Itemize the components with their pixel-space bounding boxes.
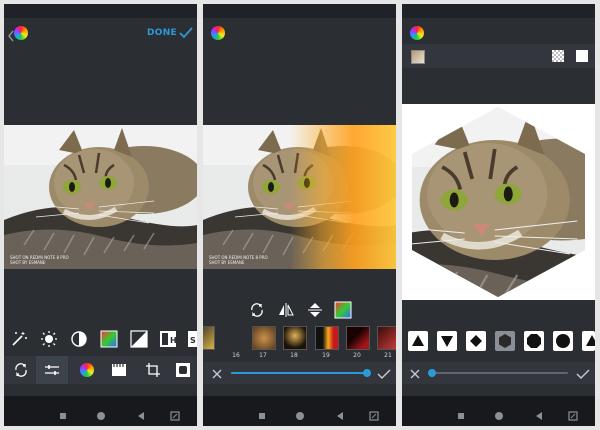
slider-knob[interactable]: [363, 369, 371, 377]
svg-text:S: S: [190, 336, 196, 345]
adjust-tools-row: H S: [4, 329, 197, 349]
filter-number: 18: [290, 352, 298, 359]
filter-thumbnail[interactable]: [252, 326, 276, 350]
confirm-check-icon[interactable]: [574, 365, 592, 383]
background-options-row: [402, 44, 595, 68]
svg-text:H: H: [170, 336, 177, 345]
intensity-row: [203, 362, 396, 384]
color-wheel-icon[interactable]: [14, 26, 28, 40]
back-icon[interactable]: [534, 406, 544, 420]
filter-thumbnails-row: 16 17 18 19 20 21: [203, 326, 396, 362]
filter-number: 21: [384, 352, 392, 359]
status-bar: [4, 4, 197, 18]
category-tabs-row: [4, 356, 197, 384]
cat-photo: [4, 125, 197, 269]
intensity-slider[interactable]: [231, 368, 371, 378]
screenshot-icon[interactable]: [369, 406, 379, 421]
check-icon: [179, 24, 193, 43]
tab-adjust[interactable]: [36, 356, 68, 384]
filter-number: 20: [353, 352, 361, 359]
filter-number: 19: [322, 352, 330, 359]
photo-watermark: SHOT ON REDMI NOTE 8 PRO SHOT BY ESMANE: [209, 255, 268, 265]
shape-partial[interactable]: [582, 331, 595, 351]
editor-panel-shapes: [402, 4, 595, 426]
filter-thumbnail[interactable]: [283, 326, 307, 350]
exposure-icon[interactable]: [130, 330, 148, 348]
confirm-check-icon[interactable]: [375, 365, 393, 383]
recent-apps-icon[interactable]: [456, 406, 466, 419]
slider-track: [428, 372, 568, 374]
shape-diamond[interactable]: [466, 331, 486, 351]
editor-panel-adjust: DONE SHOT ON REDMI NOTE 8 PRO SHOT BY ES…: [4, 4, 197, 426]
filter-number: 17: [259, 352, 267, 359]
home-icon[interactable]: [295, 406, 305, 420]
screenshot-icon[interactable]: [568, 406, 578, 421]
light-leak-overlay: [203, 125, 396, 269]
top-bar: [203, 18, 396, 48]
recent-apps-icon[interactable]: [257, 406, 267, 419]
back-icon[interactable]: [335, 406, 345, 420]
photo-canvas[interactable]: SHOT ON REDMI NOTE 8 PRO SHOT BY ESMANE: [203, 125, 396, 269]
filter-thumbnail[interactable]: [346, 326, 370, 350]
shape-canvas[interactable]: [402, 104, 595, 300]
shape-hexagon-selected[interactable]: [495, 331, 515, 351]
rotate-icon[interactable]: [12, 361, 30, 379]
transparent-background-icon[interactable]: [552, 50, 564, 62]
filter-number: 16: [232, 352, 240, 359]
border-slider-row: [402, 362, 595, 384]
slider-fill: [231, 372, 368, 374]
done-button[interactable]: DONE: [147, 24, 193, 42]
flip-horizontal-icon[interactable]: [277, 301, 295, 319]
hexagon-cat-photo: [402, 104, 595, 300]
cancel-icon[interactable]: [406, 365, 424, 383]
filter-thumbnail[interactable]: [203, 326, 215, 350]
shape-triangle-down[interactable]: [437, 331, 457, 351]
screenshot-icon[interactable]: [170, 406, 180, 421]
crop-icon[interactable]: [144, 361, 162, 379]
flip-vertical-icon[interactable]: [306, 301, 324, 319]
home-icon[interactable]: [96, 406, 106, 420]
contrast-icon[interactable]: [70, 330, 88, 348]
photo-watermark: SHOT ON REDMI NOTE 8 PRO SHOT BY ESMANE: [10, 255, 69, 265]
photo-canvas[interactable]: SHOT ON REDMI NOTE 8 PRO SHOT BY ESMANE: [4, 125, 197, 269]
editor-panel-filters: SHOT ON REDMI NOTE 8 PRO SHOT BY ESMANE …: [203, 4, 396, 426]
transform-row: [203, 300, 396, 320]
color-palette-icon[interactable]: [334, 301, 352, 319]
magic-wand-icon[interactable]: [10, 330, 28, 348]
shape-octagon[interactable]: [524, 331, 544, 351]
recent-apps-icon[interactable]: [58, 406, 68, 419]
android-nav-bar: [402, 396, 595, 426]
shadows-icon[interactable]: S: [187, 330, 197, 348]
sliders-icon: [43, 361, 61, 379]
rotate-icon[interactable]: [248, 301, 266, 319]
shape-triangle-up[interactable]: [408, 331, 428, 351]
status-bar: [203, 4, 396, 18]
image-background-icon[interactable]: [411, 50, 425, 64]
cancel-icon[interactable]: [208, 365, 226, 383]
highlights-icon[interactable]: H: [159, 330, 177, 348]
frame-icon[interactable]: [174, 361, 192, 379]
border-slider[interactable]: [428, 368, 568, 378]
filter-thumbnail[interactable]: [377, 326, 396, 350]
filter-thumbnail[interactable]: [315, 326, 339, 350]
done-label: DONE: [146, 28, 177, 38]
brightness-icon[interactable]: [40, 330, 58, 348]
shape-options-row: [402, 330, 595, 352]
shape-circle[interactable]: [553, 331, 573, 351]
android-nav-bar: [203, 396, 396, 426]
top-bar: DONE: [4, 18, 197, 48]
color-wheel-icon[interactable]: [410, 26, 424, 40]
saturation-icon[interactable]: [100, 330, 118, 348]
white-background-icon[interactable]: [576, 50, 588, 62]
back-icon[interactable]: [136, 406, 146, 420]
android-nav-bar: [4, 396, 197, 426]
slider-knob[interactable]: [428, 369, 436, 377]
color-tab-icon[interactable]: [80, 363, 94, 377]
home-icon[interactable]: [494, 406, 504, 420]
film-strip-icon[interactable]: [110, 361, 128, 379]
status-bar: [402, 4, 595, 18]
color-wheel-icon[interactable]: [211, 26, 225, 40]
